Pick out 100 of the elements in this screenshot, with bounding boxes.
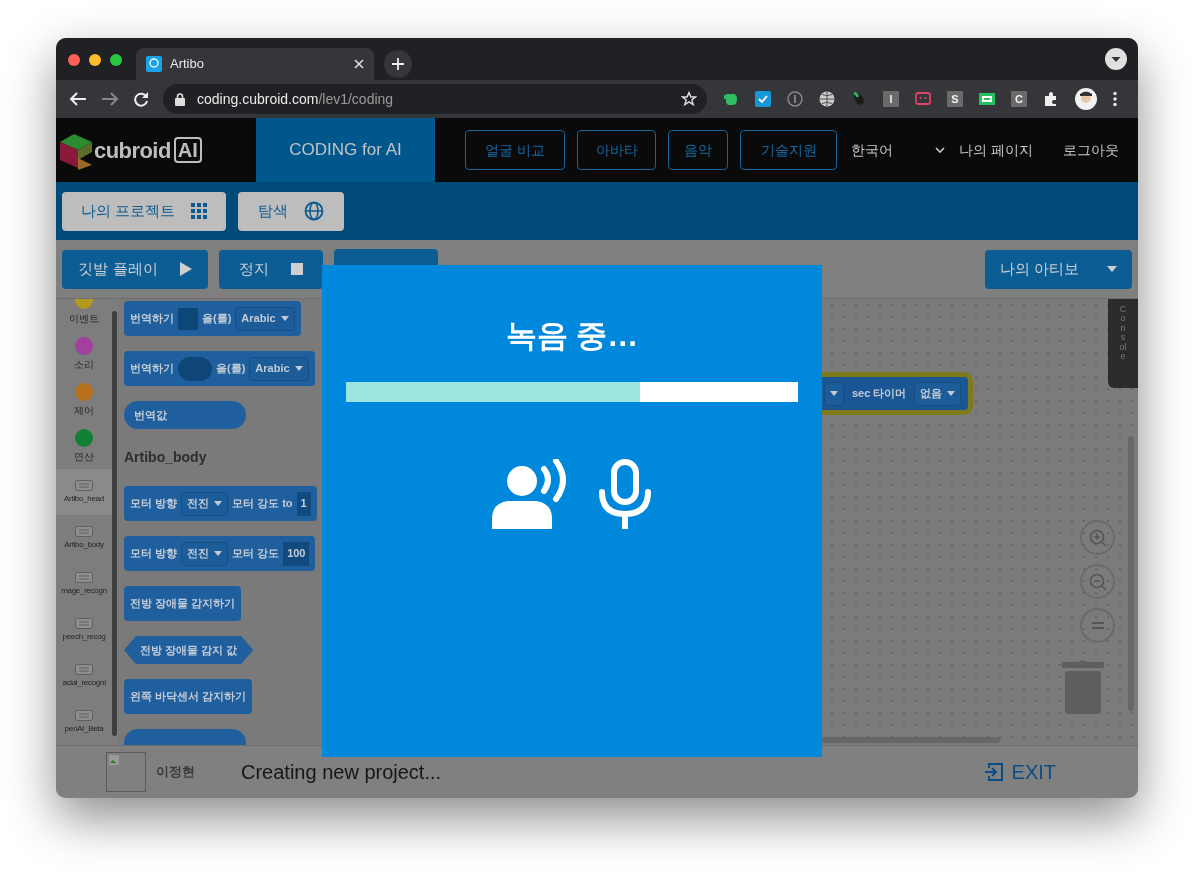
- block-label: 번역하기: [130, 311, 174, 327]
- code-block[interactable]: 번역하기 을(를) Arabic: [124, 351, 315, 386]
- category-item[interactable]: 소리: [56, 331, 112, 377]
- user-name: 이정현: [156, 763, 195, 782]
- chip-icon: [75, 571, 93, 583]
- block-label: sec 타이머: [852, 386, 907, 402]
- code-block[interactable]: 모터 방향 전진 모터 강도 100: [124, 536, 316, 571]
- chevron-icon: [935, 146, 945, 154]
- extension-icon[interactable]: C: [1011, 91, 1027, 107]
- block-dropdown[interactable]: 전진: [181, 491, 229, 516]
- extension-icon[interactable]: S: [947, 91, 963, 107]
- block-dropdown[interactable]: [824, 381, 844, 406]
- category-item[interactable]: 이벤트: [56, 299, 112, 331]
- microphone-icon: [598, 458, 652, 529]
- block-label: 모터 방향: [130, 546, 178, 562]
- category-item[interactable]: Artibo_head: [56, 469, 112, 515]
- category-item[interactable]: penAI_Beta: [56, 699, 112, 745]
- chip-icon: [75, 617, 93, 629]
- block-dropdown[interactable]: 없음: [914, 381, 962, 406]
- caret-icon: [947, 391, 956, 396]
- broken-image-icon: [106, 752, 146, 792]
- back-icon[interactable]: [69, 91, 87, 107]
- robot-select[interactable]: 나의 아티보: [985, 249, 1132, 289]
- caret-icon: [280, 316, 289, 321]
- zoom-in-icon: [1087, 527, 1108, 548]
- category-item[interactable]: peech_recog: [56, 607, 112, 653]
- globe-icon: [304, 201, 324, 221]
- code-block[interactable]: 번역하기 을(를) Arabic: [124, 301, 301, 336]
- tab-search-icon[interactable]: [1105, 48, 1127, 70]
- console-tab[interactable]: Console: [1108, 299, 1138, 388]
- stop-icon: [291, 263, 303, 275]
- play-button[interactable]: 깃발 플레이: [62, 249, 208, 289]
- reporter-block[interactable]: 번역값: [124, 401, 246, 429]
- zoom-out-icon: [1087, 571, 1108, 592]
- block-label: 모터 강도: [232, 546, 280, 562]
- close-icon[interactable]: [354, 59, 364, 69]
- forward-icon[interactable]: [101, 91, 119, 107]
- avatar-icon[interactable]: [1075, 88, 1097, 110]
- block-label: 번역하기: [130, 361, 174, 377]
- checkbox-icon[interactable]: [755, 91, 771, 107]
- block-label: 을(를): [202, 311, 232, 327]
- puzzle-icon[interactable]: [1043, 91, 1059, 107]
- scrollbar[interactable]: [112, 311, 117, 736]
- nav-button[interactable]: 기술지원: [740, 130, 837, 170]
- code-block[interactable]: 모터 방향 전진 모터 강도 to 1: [124, 486, 317, 521]
- maximize-window-button[interactable]: [110, 54, 122, 66]
- address-bar[interactable]: coding.cubroid.com/lev1/coding: [163, 84, 707, 114]
- boolean-block[interactable]: 전방 장애물 감지 값: [124, 636, 254, 664]
- input-slot[interactable]: [178, 307, 198, 330]
- menu-icon[interactable]: [1113, 91, 1117, 107]
- stop-button[interactable]: 정지: [219, 249, 323, 289]
- nav-button[interactable]: 얼굴 비교: [465, 130, 565, 170]
- minimize-window-button[interactable]: [89, 54, 101, 66]
- browser-tab[interactable]: Artibo: [136, 48, 374, 80]
- new-tab-button[interactable]: [384, 50, 412, 78]
- block-dropdown[interactable]: 전진: [181, 541, 229, 566]
- nav-button[interactable]: 아바타: [577, 130, 656, 170]
- code-block[interactable]: 전방 장애물 감지하기: [124, 586, 242, 621]
- block-label: 번역값: [134, 407, 167, 423]
- block-dropdown[interactable]: Arabic: [235, 306, 295, 331]
- brand-tab[interactable]: CODING for AI: [256, 118, 435, 182]
- input-field[interactable]: 1: [296, 491, 311, 516]
- category-item[interactable]: mage_recogn: [56, 561, 112, 607]
- globe-icon[interactable]: [819, 91, 835, 107]
- nav-button[interactable]: 음악: [668, 130, 728, 170]
- url-text: coding.cubroid.com/lev1/coding: [197, 89, 395, 109]
- block-label: 전방 장애물 감지 값: [140, 642, 238, 658]
- chip-icon: [75, 479, 93, 491]
- extension-icon[interactable]: I: [883, 91, 899, 107]
- favicon-icon: [146, 56, 162, 72]
- info-icon[interactable]: [787, 91, 803, 107]
- lock-icon: [175, 92, 185, 106]
- id-card-icon[interactable]: [979, 91, 995, 107]
- leaf-icon[interactable]: [851, 91, 867, 107]
- category-item[interactable]: 연산: [56, 423, 112, 469]
- chat-icon[interactable]: [915, 91, 931, 107]
- play-icon: [179, 262, 192, 276]
- star-icon[interactable]: [681, 91, 697, 107]
- input-slot[interactable]: [178, 356, 212, 381]
- category-item[interactable]: Artibo_body: [56, 515, 112, 561]
- language-select[interactable]: 한국어: [851, 130, 945, 170]
- project-button[interactable]: 나의 프로젝트: [62, 191, 226, 231]
- section-heading: Artibo_body: [124, 448, 207, 467]
- caret-icon: [214, 501, 223, 506]
- nav-link[interactable]: 로그아웃: [1062, 139, 1119, 161]
- caret-icon: [214, 551, 223, 556]
- explore-button[interactable]: 탐색: [238, 191, 344, 231]
- block-label: 전방 장애물 감지하기: [130, 596, 236, 612]
- nav-link[interactable]: 나의 페이지: [959, 139, 1033, 161]
- category-item[interactable]: acial_recogni: [56, 653, 112, 699]
- scrollbar[interactable]: [822, 737, 1000, 743]
- block-label: 을(를): [216, 361, 246, 377]
- close-window-button[interactable]: [68, 54, 80, 66]
- input-field[interactable]: 100: [283, 541, 310, 566]
- category-item[interactable]: 제어: [56, 377, 112, 423]
- code-block[interactable]: 왼쪽 바닥센서 감지하기: [124, 679, 253, 714]
- block-label: 모터 방향: [130, 496, 178, 512]
- reload-icon[interactable]: [133, 91, 149, 107]
- block-dropdown[interactable]: Arabic: [249, 356, 309, 381]
- exit-button[interactable]: EXIT: [983, 757, 1056, 787]
